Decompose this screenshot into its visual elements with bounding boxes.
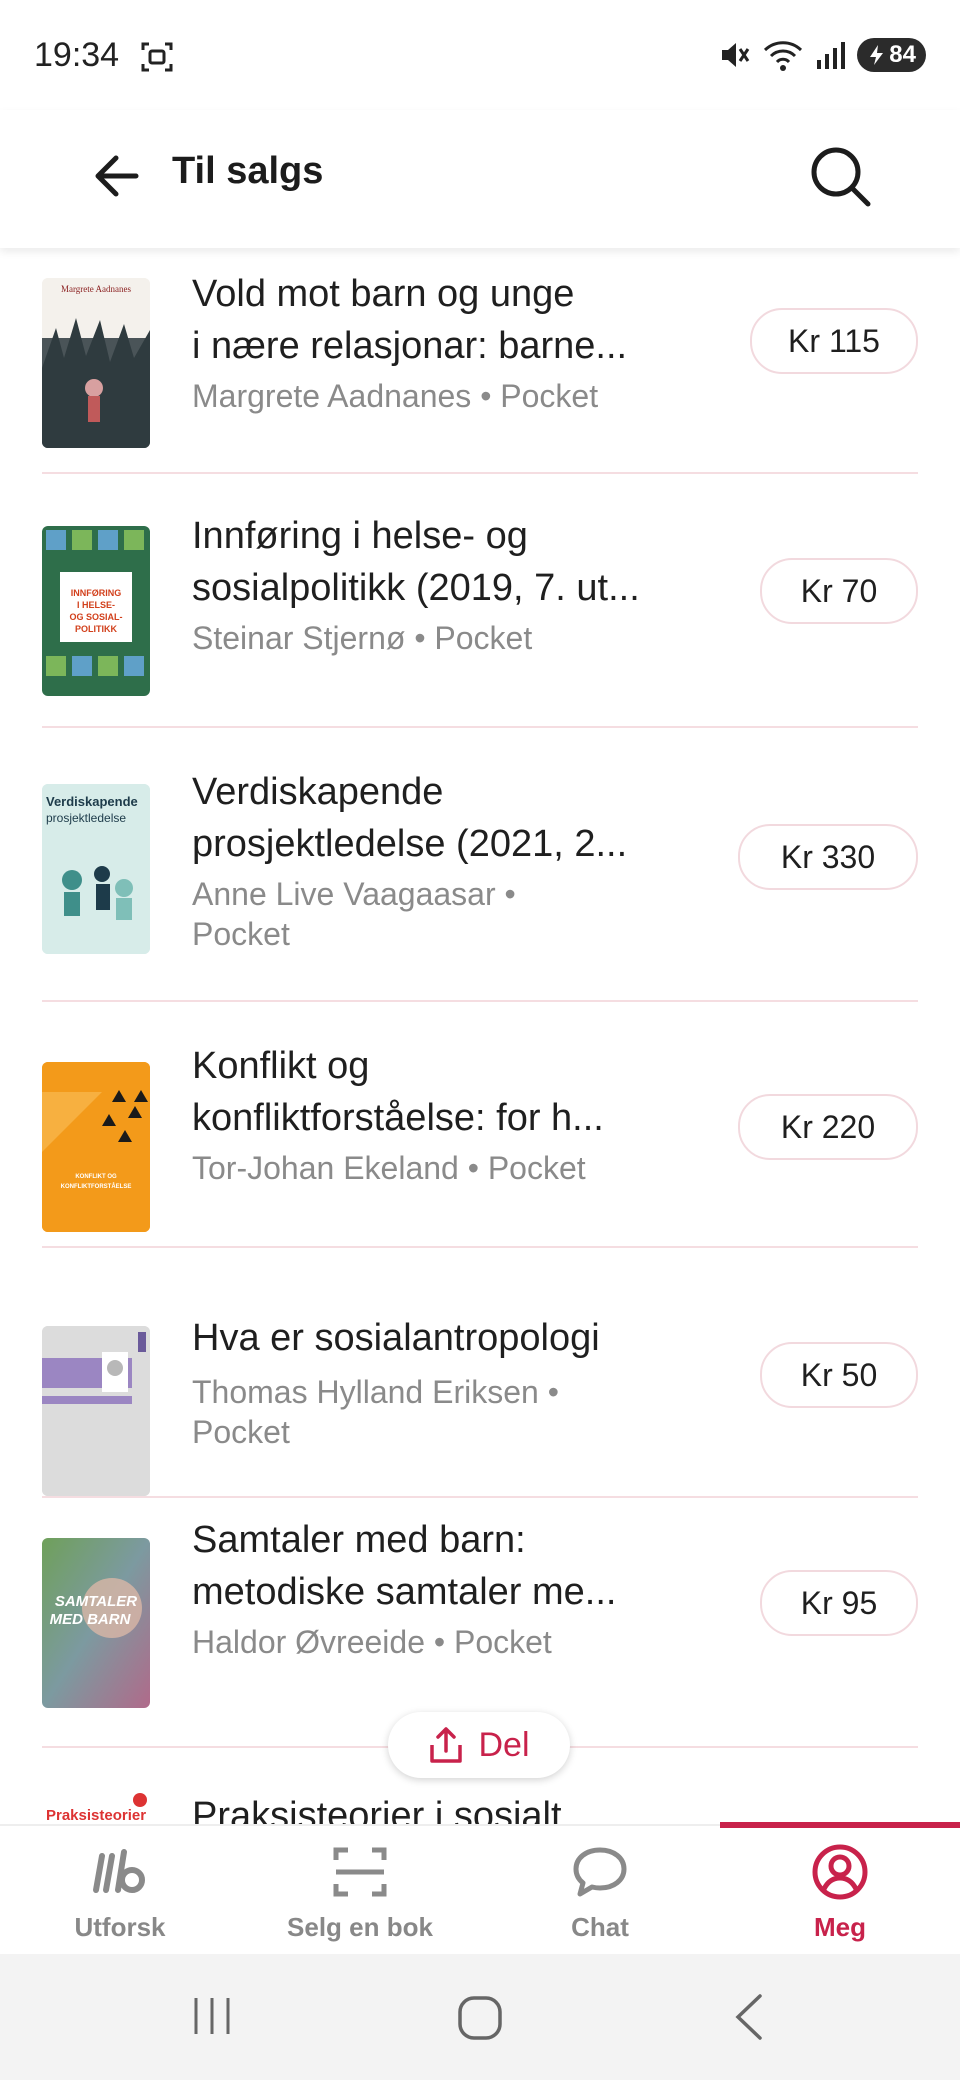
- price-badge[interactable]: Kr 70: [760, 558, 918, 624]
- book-cover: INNFØRING I HELSE- OG SOSIAL- POLITIKK: [42, 526, 150, 696]
- list-item[interactable]: Praksisteorier Praksisteorier i sosialt: [42, 1776, 918, 1824]
- cover-title: Verdiskapende: [46, 794, 138, 809]
- share-label: Del: [478, 1725, 530, 1764]
- bottom-navigation: Utforsk Selg en bok Chat Meg: [0, 1822, 960, 1954]
- book-cover: KONFLIKT OG KONFLIKTFORSTÅELSE: [42, 1062, 150, 1232]
- book-cover: SAMTALER MED BARN: [42, 1538, 150, 1708]
- divider: [42, 472, 918, 474]
- book-title: Samtaler med barn: metodiske samtaler me…: [192, 1519, 617, 1613]
- divider: [42, 1496, 918, 1498]
- search-icon[interactable]: [806, 142, 876, 212]
- page-title: Til salgs: [172, 150, 324, 192]
- book-cover: Verdiskapende prosjektledelse: [42, 784, 150, 954]
- scan-icon: [333, 1847, 387, 1897]
- svg-text:I HELSE-: I HELSE-: [77, 600, 115, 610]
- recent-apps-icon[interactable]: [190, 1994, 234, 2038]
- svg-text:SAMTALER: SAMTALER: [55, 1593, 137, 1610]
- price-badge[interactable]: Kr 330: [738, 824, 918, 890]
- book-title: Konflikt og konfliktforståelse: for h...: [192, 1045, 604, 1139]
- explore-logo-icon: [93, 1849, 145, 1893]
- price-badge[interactable]: Kr 95: [760, 1570, 918, 1636]
- status-bar: 19:34 84: [0, 0, 960, 110]
- listing-list: Margrete Aadnanes Vold mot barn og unge …: [0, 248, 960, 1824]
- price-badge[interactable]: Kr 220: [738, 1094, 918, 1160]
- list-item[interactable]: KONFLIKT OG KONFLIKTFORSTÅELSE Konflikt …: [42, 1045, 918, 1288]
- svg-text:INNFØRING: INNFØRING: [71, 588, 122, 598]
- price-badge[interactable]: Kr 50: [760, 1342, 918, 1408]
- app-header: Til salgs: [0, 110, 960, 248]
- cover-title: Praksisteorier: [46, 1807, 146, 1824]
- book-title: Innføring i helse- og sosialpolitikk (20…: [192, 515, 640, 609]
- divider: [42, 1000, 918, 1002]
- nav-chat[interactable]: Chat: [480, 1826, 720, 1954]
- signal-icon: [817, 42, 846, 69]
- list-item[interactable]: INNFØRING I HELSE- OG SOSIAL- POLITIKK I…: [42, 514, 918, 754]
- book-title: Hva er sosialantropologi: [192, 1317, 600, 1359]
- nav-label: Meg: [814, 1912, 866, 1942]
- home-icon[interactable]: [456, 1994, 504, 2042]
- list-item[interactable]: Hva er sosialantropologi Thomas Hylland …: [42, 1288, 918, 1528]
- nav-meg[interactable]: Meg: [720, 1822, 960, 1954]
- book-cover: [42, 1326, 150, 1496]
- mute-icon: [722, 43, 750, 67]
- battery-level: 84: [889, 41, 916, 68]
- share-button[interactable]: Del: [388, 1712, 570, 1778]
- svg-text:MED BARN: MED BARN: [50, 1611, 132, 1628]
- book-author: Steinar Stjernø • Pocket: [192, 620, 533, 656]
- book-author: Thomas Hylland Eriksen • Pocket: [192, 1374, 559, 1450]
- divider: [42, 726, 918, 728]
- back-arrow-icon[interactable]: [88, 146, 148, 206]
- svg-text:POLITIKK: POLITIKK: [75, 624, 117, 634]
- nav-label: Selg en bok: [287, 1912, 433, 1942]
- list-item[interactable]: Margrete Aadnanes Vold mot barn og unge …: [42, 273, 918, 498]
- price-badge[interactable]: Kr 115: [750, 308, 918, 374]
- status-time: 19:34: [34, 36, 120, 74]
- svg-text:KONFLIKT OG: KONFLIKT OG: [75, 1174, 117, 1180]
- book-title: Praksisteorier i sosialt: [192, 1795, 562, 1824]
- profile-icon: [812, 1844, 868, 1900]
- charging-icon: [870, 45, 884, 65]
- wifi-icon: [764, 41, 803, 71]
- book-title: Vold mot barn og unge i nære relasjonar:…: [192, 273, 628, 367]
- book-author: Anne Live Vaagaasar • Pocket: [192, 876, 516, 952]
- screenshot-icon: [141, 42, 173, 72]
- nav-label: Utforsk: [74, 1912, 166, 1942]
- book-author: Haldor Øvreeide • Pocket: [192, 1624, 552, 1660]
- book-cover: Praksisteorier: [42, 1790, 150, 1824]
- list-item[interactable]: Verdiskapende prosjektledelse Verdiskape…: [42, 768, 918, 1038]
- nav-selg-en-bok[interactable]: Selg en bok: [240, 1826, 480, 1954]
- system-navigation-bar: [0, 1952, 960, 2080]
- chat-bubble-icon: [573, 1847, 627, 1897]
- share-icon: [430, 1727, 463, 1763]
- cover-subtitle: prosjektledelse: [46, 811, 126, 825]
- book-author: Margrete Aadnanes • Pocket: [192, 378, 599, 414]
- book-title: Verdiskapende prosjektledelse (2021, 2..…: [192, 771, 628, 865]
- nav-label: Chat: [571, 1912, 629, 1942]
- active-indicator: [720, 1822, 960, 1828]
- cover-author: Margrete Aadnanes: [61, 284, 132, 294]
- system-back-icon[interactable]: [730, 1992, 770, 2042]
- battery-indicator: 84: [857, 38, 926, 72]
- divider: [42, 1246, 918, 1248]
- book-author: Tor-Johan Ekeland • Pocket: [192, 1150, 586, 1186]
- book-cover: Margrete Aadnanes: [42, 278, 150, 448]
- svg-text:OG SOSIAL-: OG SOSIAL-: [69, 612, 122, 622]
- svg-text:KONFLIKTFORSTÅELSE: KONFLIKTFORSTÅELSE: [61, 1183, 132, 1190]
- nav-utforsk[interactable]: Utforsk: [0, 1826, 240, 1954]
